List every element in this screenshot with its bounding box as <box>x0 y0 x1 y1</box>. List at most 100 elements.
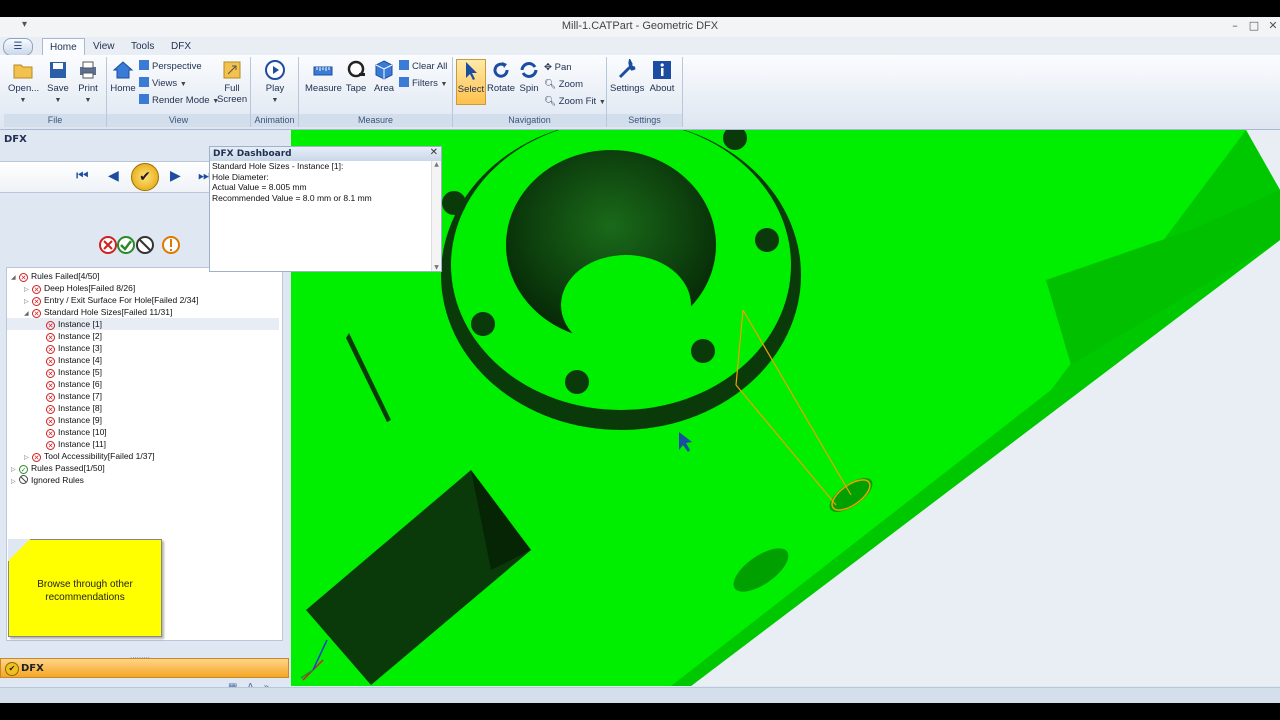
play-button[interactable]: Play ▼ <box>260 59 290 105</box>
tree-node-instance-7[interactable]: ✕ Instance [7] <box>46 390 102 402</box>
tree-node-rules-failed[interactable]: ◢ ✕ Rules Failed[4/50] <box>11 270 100 282</box>
ignored-filter-icon[interactable] <box>136 236 154 254</box>
animation-group: Play ▼ Animation <box>251 57 299 127</box>
dashboard-close-icon[interactable]: ✕ <box>430 147 438 158</box>
select-button[interactable]: Select <box>456 59 486 105</box>
wrench-icon <box>618 59 636 79</box>
perspective-label: Perspective <box>152 61 202 72</box>
tree-node-instance-6[interactable]: ✕ Instance [6] <box>46 378 102 390</box>
status-filter-buttons <box>98 234 188 254</box>
tree-node-deep-holes[interactable]: ▷ ✕ Deep Holes[Failed 8/26] <box>24 282 135 294</box>
clear-all-icon <box>399 60 409 70</box>
clear-all-button[interactable]: Clear All <box>399 60 447 74</box>
tree-node-instance-1[interactable]: ✕ Instance [1] <box>7 318 279 330</box>
about-label: About <box>649 83 675 94</box>
tree-node-instance-3[interactable]: ✕ Instance [3] <box>46 342 102 354</box>
failed-icon: ✕ <box>46 429 55 438</box>
pan-label: Pan <box>554 62 572 73</box>
instance-label: Instance [1] <box>58 319 102 329</box>
warning-filter-icon[interactable] <box>162 236 180 254</box>
dashboard-scrollbar[interactable]: ▲ ▼ <box>431 161 441 271</box>
tape-icon <box>347 60 365 78</box>
tree-node-instance-9[interactable]: ✕ Instance [9] <box>46 414 102 426</box>
tree-node-instance-2[interactable]: ✕ Instance [2] <box>46 330 102 342</box>
perspective-button[interactable]: Perspective <box>139 60 202 74</box>
zoom-button[interactable]: 🔍︎ Zoom <box>544 78 583 92</box>
settings-group: Settings About Settings <box>607 57 683 127</box>
minimize-button[interactable]: – <box>1226 18 1244 34</box>
rules-passed-label: Rules Passed[1/50] <box>31 463 105 473</box>
failed-icon: ✕ <box>46 393 55 402</box>
callout-note: Browse through other recommendations <box>8 539 162 637</box>
tree-node-tool-accessibility[interactable]: ▷ ✕ Tool Accessibility[Failed 1/37] <box>24 450 155 462</box>
tab-view[interactable]: View <box>86 38 122 55</box>
full-screen-button[interactable]: Full Screen <box>217 59 247 105</box>
tree-node-standard-hole-sizes[interactable]: ◢ ✕ Standard Hole Sizes[Failed 11/31] <box>24 306 172 318</box>
failed-icon: ✕ <box>46 441 55 450</box>
bore-floor <box>561 255 691 355</box>
passed-filter-icon[interactable] <box>117 236 135 254</box>
save-icon <box>50 62 66 78</box>
open-button[interactable]: Open... ▼ <box>8 59 39 105</box>
failed-icon: ✕ <box>46 357 55 366</box>
next-rule-icon[interactable]: ▶ <box>170 168 181 184</box>
pan-button[interactable]: ✥ Pan <box>544 61 572 75</box>
tree-node-instance-11[interactable]: ✕ Instance [11] <box>46 438 106 450</box>
tree-node-entry-exit[interactable]: ▷ ✕ Entry / Exit Surface For Hole[Failed 2… <box>24 294 198 306</box>
failed-icon: ✕ <box>19 273 28 282</box>
folder-icon <box>13 64 33 79</box>
home-view-button[interactable]: Home <box>109 59 137 94</box>
tree-node-instance-5[interactable]: ✕ Instance [5] <box>46 366 102 378</box>
tree-node-rules-passed[interactable]: ▷ ✓ Rules Passed[1/50] <box>11 462 105 474</box>
view-group-label: View <box>107 114 250 127</box>
dashboard-line-actual: Actual Value = 8.005 mm <box>212 182 307 192</box>
dfx-bar-label: DFX <box>21 663 44 674</box>
instance-label: Instance [9] <box>58 415 102 425</box>
views-dropdown[interactable]: Views ▼ <box>139 77 187 91</box>
maximize-button[interactable]: □ <box>1245 18 1263 34</box>
render-mode-icon <box>139 94 149 104</box>
ribbon: Open... ▼ Save ▼ Print ▼ File Home Perspect… <box>0 55 1280 130</box>
tab-tools[interactable]: Tools <box>124 38 161 55</box>
zoom-fit-dropdown[interactable]: 🔍︎ Zoom Fit ▼ <box>544 95 606 109</box>
render-mode-label: Render Mode <box>152 95 210 106</box>
application-menu-button[interactable]: ☰ <box>3 38 33 56</box>
tree-node-instance-10[interactable]: ✕ Instance [10] <box>46 426 107 438</box>
print-button[interactable]: Print ▼ <box>74 59 102 105</box>
measure-label: Measure <box>305 83 342 94</box>
failed-icon: ✕ <box>32 285 41 294</box>
tab-dfx[interactable]: DFX <box>164 38 198 55</box>
previous-rule-icon[interactable]: ◀ <box>108 168 119 184</box>
tab-home[interactable]: Home <box>42 38 85 56</box>
spin-button[interactable]: Spin <box>516 59 542 94</box>
check-rule-icon[interactable]: ✔ <box>131 163 159 191</box>
about-button[interactable]: About <box>647 59 677 94</box>
tree-node-ignored-rules[interactable]: ▷ Ignored Rules <box>11 474 84 486</box>
render-mode-dropdown[interactable]: Render Mode ▼ <box>139 94 219 108</box>
file-group: Open... ▼ Save ▼ Print ▼ File <box>4 57 107 127</box>
dashboard-line-recommended: Recommended Value = 8.0 mm or 8.1 mm <box>212 192 372 203</box>
application-window: ▾ Mill-1.CATPart - Geometric DFX – □ ✕ ☰… <box>0 17 1280 703</box>
bolt-hole <box>471 312 495 336</box>
tree-node-instance-8[interactable]: ✕ Instance [8] <box>46 402 102 414</box>
rotate-button[interactable]: Rotate <box>486 59 516 94</box>
play-label: Play <box>265 83 285 94</box>
home-icon <box>112 61 134 79</box>
save-button[interactable]: Save ▼ <box>44 59 72 105</box>
settings-button[interactable]: Settings <box>610 59 644 94</box>
close-button[interactable]: ✕ <box>1264 18 1280 34</box>
dfx-panel-button[interactable]: ✔ DFX <box>0 658 289 678</box>
measure-button[interactable]: Measure <box>305 59 342 94</box>
spin-label: Spin <box>519 83 539 94</box>
failed-icon: ✕ <box>46 381 55 390</box>
failed-filter-icon[interactable] <box>99 236 117 254</box>
dfx-dashboard: DFX Dashboard ✕ Standard Hole Sizes - In… <box>209 146 442 272</box>
dashboard-line-rule: Standard Hole Sizes - Instance [1]: <box>212 161 344 171</box>
filters-dropdown[interactable]: Filters ▼ <box>399 77 447 91</box>
first-rule-icon[interactable]: ⏮ <box>76 168 89 184</box>
tree-node-instance-4[interactable]: ✕ Instance [4] <box>46 354 102 366</box>
screen-label: Screen <box>217 94 248 105</box>
settings-label: Settings <box>610 83 645 94</box>
area-button[interactable]: Area <box>371 59 397 94</box>
tape-button[interactable]: Tape <box>343 59 369 94</box>
